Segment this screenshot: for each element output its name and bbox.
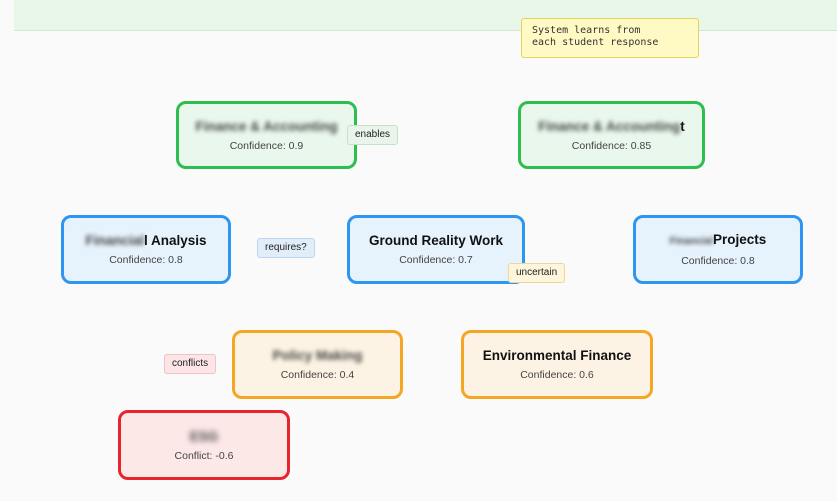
node-finance-accounting[interactable]: Finance & Accounting Confidence: 0.9 <box>176 101 357 169</box>
node-label: Financiall Analysis <box>85 232 206 249</box>
node-confidence: Confidence: 0.6 <box>520 369 594 381</box>
node-projects[interactable]: FinancialProjects Confidence: 0.8 <box>633 215 803 284</box>
edge-label-conflicts: conflicts <box>164 354 217 374</box>
knowledge-graph-canvas: System learns from each student response… <box>0 0 837 501</box>
node-environmental-finance[interactable]: Environmental Finance Confidence: 0.6 <box>461 330 653 399</box>
system-note-line2: each student response <box>532 37 659 48</box>
node-ground-reality-work[interactable]: Ground Reality Work Confidence: 0.7 <box>347 215 525 284</box>
node-conflict[interactable]: ESG Conflict: -0.6 <box>118 410 290 480</box>
node-confidence: Confidence: 0.9 <box>229 139 304 152</box>
node-label: Ground Reality Work <box>368 233 504 248</box>
node-label: Finance & Accounting <box>195 118 337 135</box>
edge-label-requires: requires? <box>257 238 315 258</box>
top-banner <box>14 0 837 31</box>
node-label: ESG <box>190 428 219 445</box>
node-confidence: Confidence: 0.7 <box>399 254 473 266</box>
node-label-blurred: Policy Making <box>272 348 363 363</box>
node-label-blurred: ESG <box>189 428 219 444</box>
edge-label-uncertain: uncertain <box>508 263 566 283</box>
node-label-blurred: Finance & Accounting <box>538 118 681 134</box>
node-label: FinancialProjects <box>670 231 767 250</box>
node-analysis[interactable]: Financiall Analysis Confidence: 0.8 <box>61 215 231 284</box>
system-note-line1: System learns from <box>532 25 641 36</box>
node-confidence: Confidence: 0.4 <box>280 369 355 381</box>
node-label-visible: l Analysis <box>143 233 207 248</box>
node-conflict-score: Conflict: -0.6 <box>174 449 234 462</box>
node-label-blurred: Finance & Accounting <box>195 118 338 134</box>
node-label: Policy Making <box>272 347 362 364</box>
node-label-suffix: t <box>680 118 685 134</box>
node-label: Environmental Finance <box>482 348 632 363</box>
node-label: Finance & Accountingt <box>538 118 685 135</box>
node-confidence: Confidence: 0.85 <box>571 139 652 152</box>
node-label-blurred: Financial <box>85 233 144 248</box>
node-label-blurred: Financial <box>669 236 714 247</box>
node-confidence: Confidence: 0.8 <box>109 254 183 266</box>
node-policy-making[interactable]: Policy Making Confidence: 0.4 <box>232 330 403 399</box>
edge-label-enables: enables <box>347 125 399 145</box>
system-note: System learns from each student response <box>521 18 699 58</box>
node-label-visible: Projects <box>713 232 767 247</box>
node-finance-accounting-t[interactable]: Finance & Accountingt Confidence: 0.85 <box>518 101 705 169</box>
node-confidence: Confidence: 0.8 <box>681 255 755 267</box>
